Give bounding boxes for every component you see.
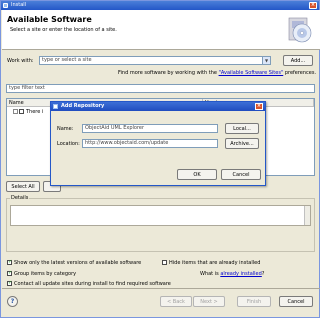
location-label: Location: xyxy=(57,141,80,147)
available-sites-link[interactable]: "Available Software Sites" xyxy=(219,70,284,76)
what-is-installed: What is already installed? xyxy=(200,271,264,277)
location-value: http://www.objectaid.com/update xyxy=(85,140,169,146)
back-button[interactable]: < Back xyxy=(160,296,192,307)
hide-installed-checkbox[interactable] xyxy=(162,260,167,265)
finish-button[interactable]: Finish xyxy=(237,296,271,307)
dialog-titlebar: Add Repository × xyxy=(51,102,265,111)
local-button[interactable]: Local... xyxy=(225,123,259,134)
add-site-button[interactable]: Add... xyxy=(283,55,313,66)
option-latest-only[interactable]: Show only the latest versions of availab… xyxy=(7,259,142,266)
name-value: ObjectAid UML Explorer xyxy=(85,125,145,131)
dialog-window-icon xyxy=(53,104,58,109)
hint-suffix: preferences. xyxy=(283,70,317,76)
contact-all-checkbox[interactable] xyxy=(7,280,12,286)
table-row[interactable]: There i xyxy=(13,109,43,115)
option-contact-all[interactable]: Contact all update sites during install … xyxy=(7,280,171,287)
add-repository-dialog: Add Repository × Name: ObjectAid UML Exp… xyxy=(50,101,266,186)
what-is-suffix: ? xyxy=(261,271,265,277)
install-icon xyxy=(3,3,8,8)
work-with-hint: Find more software by working with the "… xyxy=(118,70,316,76)
filter-input[interactable]: type filter text xyxy=(6,84,315,93)
work-with-placeholder: type or select a site xyxy=(42,57,92,63)
help-icon[interactable]: ? xyxy=(7,296,18,307)
location-field[interactable]: http://www.objectaid.com/update xyxy=(82,139,218,148)
details-group: Details xyxy=(6,195,315,252)
hide-installed-label: Hide items that are already installed xyxy=(169,260,261,266)
hint-prefix: Find more software by working with the xyxy=(118,70,219,76)
option-group-by-category[interactable]: Group items by category xyxy=(7,270,77,277)
option-hide-installed[interactable]: Hide items that are already installed xyxy=(162,260,260,266)
dialog-cancel-button[interactable]: Cancel xyxy=(221,169,261,180)
group-by-category-label: Group items by category xyxy=(14,271,77,277)
window-title: Install xyxy=(11,2,27,8)
wizard-header: Available Software Select a site or ente… xyxy=(2,10,320,50)
next-button[interactable]: Next > xyxy=(193,296,225,307)
what-is-prefix: What is xyxy=(200,271,221,277)
latest-only-checkbox[interactable] xyxy=(7,259,12,265)
close-icon[interactable]: × xyxy=(309,2,317,9)
row-label: There i xyxy=(26,109,44,115)
already-installed-link[interactable]: already installed xyxy=(220,271,261,277)
work-with-label: Work with: xyxy=(7,58,34,64)
page-subtitle: Select a site or enter the location of a… xyxy=(10,27,117,33)
details-title: Details xyxy=(10,195,30,201)
dialog-title: Add Repository xyxy=(61,103,105,109)
cancel-button[interactable]: Cancel xyxy=(279,296,313,307)
filter-placeholder: type filter text xyxy=(9,85,45,91)
window-titlebar: Install × xyxy=(1,1,319,10)
select-all-button[interactable]: Select All xyxy=(6,181,40,192)
name-label: Name: xyxy=(57,126,74,132)
chevron-down-icon[interactable]: ▼ xyxy=(262,57,270,64)
ok-button[interactable]: OK xyxy=(177,169,217,180)
work-with-combo[interactable]: type or select a site ▼ xyxy=(39,56,271,65)
dialog-close-icon[interactable]: × xyxy=(255,103,263,110)
install-cd-icon xyxy=(288,17,312,43)
latest-only-label: Show only the latest versions of availab… xyxy=(14,260,142,266)
footer-separator xyxy=(2,288,320,289)
details-scrollbar[interactable] xyxy=(304,206,310,225)
page-title: Available Software xyxy=(7,15,92,24)
archive-button[interactable]: Archive... xyxy=(225,138,259,149)
group-by-category-checkbox[interactable] xyxy=(7,270,12,276)
expand-icon[interactable] xyxy=(13,109,18,114)
contact-all-label: Contact all update sites during install … xyxy=(14,281,171,287)
row-checkbox[interactable] xyxy=(19,109,24,114)
details-text-area[interactable] xyxy=(10,205,311,226)
name-field[interactable]: ObjectAid UML Explorer xyxy=(82,124,218,133)
